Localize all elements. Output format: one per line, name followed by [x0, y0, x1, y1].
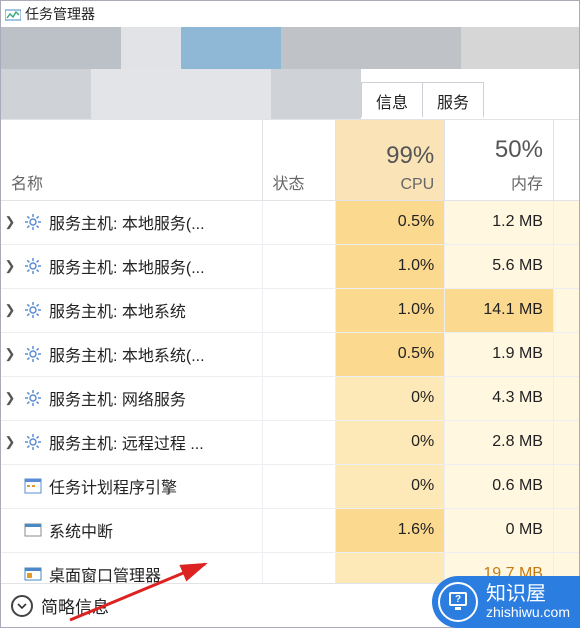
table-row[interactable]: ❯ 服务主机: 远程过程 ... 0%2.8 MB0 M	[1, 420, 579, 464]
bottom-bar: 简略信息	[1, 583, 579, 627]
status-cell	[262, 200, 336, 244]
table-row[interactable]: ❯任务计划程序引擎0%0.6 MB0 M	[1, 464, 579, 508]
tabs-obscured	[1, 69, 361, 119]
disk-cell: 0 M	[553, 244, 579, 288]
process-icon	[23, 520, 43, 540]
process-icon	[23, 564, 43, 583]
status-cell	[262, 288, 336, 332]
titlebar: 任务管理器	[1, 1, 579, 27]
window-title: 任务管理器	[25, 4, 95, 24]
cpu-cell: 0.5%	[336, 200, 445, 244]
app-icon	[5, 6, 21, 22]
column-header-status[interactable]: 状态	[262, 120, 336, 200]
disk-cell: 0 M	[553, 420, 579, 464]
table-row[interactable]: ❯桌面窗口管理器19.7 MB	[1, 552, 579, 583]
fewer-details-label[interactable]: 简略信息	[41, 593, 109, 618]
table-row[interactable]: ❯ 服务主机: 本地系统 1.0%14.1 MB0 M	[1, 288, 579, 332]
tab-services[interactable]: 服务	[422, 82, 484, 117]
status-cell	[262, 244, 336, 288]
memory-cell: 1.2 MB	[445, 200, 554, 244]
process-icon	[23, 432, 43, 452]
menubar-obscured	[1, 27, 579, 69]
table-row[interactable]: ❯ 服务主机: 本地服务(... 1.0%5.6 MB0 M	[1, 244, 579, 288]
process-name: 服务主机: 本地服务(...	[49, 210, 205, 234]
process-name: 服务主机: 本地服务(...	[49, 254, 205, 278]
table-row[interactable]: ❯ 服务主机: 本地服务(... 0.5%1.2 MB0 M	[1, 200, 579, 244]
disk-cell: 0 M	[553, 200, 579, 244]
column-header-memory[interactable]: 50% 内存	[445, 120, 554, 200]
disk-cell: 0 M	[553, 376, 579, 420]
cpu-cell: 0%	[336, 464, 445, 508]
process-icon	[23, 344, 43, 364]
status-cell	[262, 464, 336, 508]
status-cell	[262, 332, 336, 376]
status-cell	[262, 508, 336, 552]
table-row[interactable]: ❯ 服务主机: 网络服务 0%4.3 MB0 M	[1, 376, 579, 420]
tab-details-partial[interactable]: 信息	[361, 82, 423, 117]
table-row[interactable]: ❯系统中断1.6%0 MB0 M	[1, 508, 579, 552]
cpu-cell	[336, 552, 445, 583]
process-name: 服务主机: 本地系统	[49, 298, 186, 322]
memory-cell: 19.7 MB	[445, 552, 554, 583]
expand-chevron-icon[interactable]: ❯	[3, 302, 17, 318]
process-table-wrap: 名称 状态 99% CPU 50% 内存 ❯ 服务主机: 本地服务(... 0.5%…	[1, 119, 579, 583]
process-icon	[23, 388, 43, 408]
memory-cell: 4.3 MB	[445, 376, 554, 420]
process-name: 任务计划程序引擎	[49, 474, 177, 498]
memory-cell: 0.6 MB	[445, 464, 554, 508]
memory-cell: 1.9 MB	[445, 332, 554, 376]
status-cell	[262, 552, 336, 583]
disk-cell: 0 M	[553, 508, 579, 552]
process-name: 服务主机: 网络服务	[49, 386, 186, 410]
process-name: 系统中断	[49, 518, 113, 542]
cpu-cell: 0.5%	[336, 332, 445, 376]
memory-cell: 0 MB	[445, 508, 554, 552]
expand-chevron-icon[interactable]: ❯	[3, 434, 17, 450]
cpu-cell: 1.0%	[336, 288, 445, 332]
process-name: 桌面窗口管理器	[49, 562, 161, 583]
memory-cell: 14.1 MB	[445, 288, 554, 332]
status-cell	[262, 376, 336, 420]
process-icon	[23, 476, 43, 496]
memory-cell: 5.6 MB	[445, 244, 554, 288]
disk-cell	[553, 552, 579, 583]
expand-chevron-icon[interactable]: ❯	[3, 258, 17, 274]
table-row[interactable]: ❯ 服务主机: 本地系统(... 0.5%1.9 MB0.1 M	[1, 332, 579, 376]
process-name: 服务主机: 远程过程 ...	[49, 430, 204, 454]
process-table: 名称 状态 99% CPU 50% 内存 ❯ 服务主机: 本地服务(... 0.5%…	[1, 120, 579, 583]
column-header-name[interactable]: 名称	[1, 120, 262, 200]
memory-cell: 2.8 MB	[445, 420, 554, 464]
status-cell	[262, 420, 336, 464]
disk-cell: 0 M	[553, 288, 579, 332]
expand-chevron-icon[interactable]: ❯	[3, 390, 17, 406]
process-icon	[23, 256, 43, 276]
fewer-details-icon[interactable]	[11, 595, 33, 617]
cpu-cell: 1.0%	[336, 244, 445, 288]
cpu-cell: 0%	[336, 376, 445, 420]
process-icon	[23, 300, 43, 320]
expand-chevron-icon[interactable]: ❯	[3, 214, 17, 230]
tabs-row: 信息 服务	[1, 69, 579, 119]
column-header-disk[interactable]	[553, 120, 579, 200]
column-header-cpu[interactable]: 99% CPU	[336, 120, 445, 200]
expand-chevron-icon[interactable]: ❯	[3, 346, 17, 362]
disk-cell: 0 M	[553, 464, 579, 508]
cpu-cell: 0%	[336, 420, 445, 464]
process-icon	[23, 212, 43, 232]
cpu-cell: 1.6%	[336, 508, 445, 552]
task-manager-window: 任务管理器 信息 服务 名称 状态 99% CPU	[0, 0, 580, 628]
process-name: 服务主机: 本地系统(...	[49, 342, 205, 366]
disk-cell: 0.1 M	[553, 332, 579, 376]
